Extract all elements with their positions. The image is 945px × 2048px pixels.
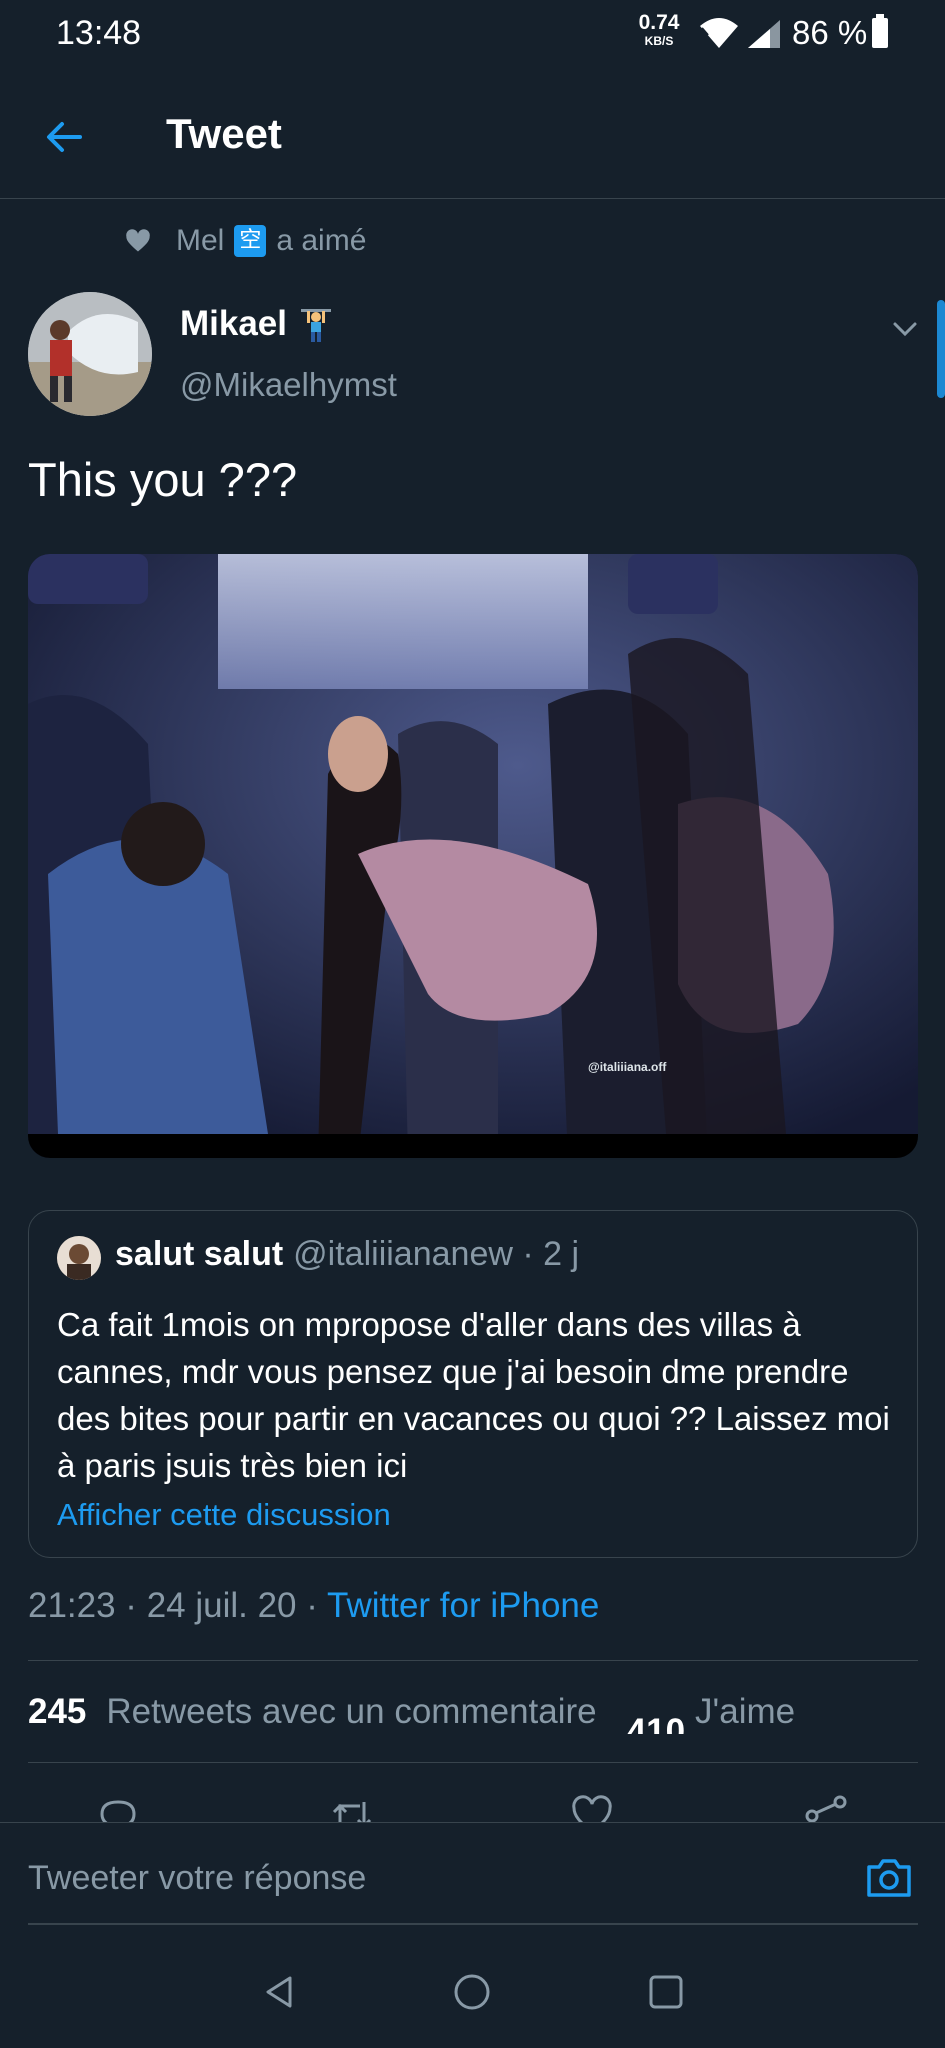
author-name-text: Mikael — [180, 304, 287, 343]
show-thread-link[interactable]: Afficher cette discussion — [57, 1497, 391, 1533]
chevron-down-icon[interactable] — [888, 312, 922, 346]
status-time: 13:48 — [56, 14, 142, 52]
author-name[interactable]: Mikael — [180, 304, 331, 344]
social-context[interactable]: Mel 空 a aimé — [124, 224, 366, 258]
network-speed-value: 0.74 — [638, 11, 680, 34]
system-navigation-bar — [0, 1926, 945, 2048]
tweet-stats: 245 Retweets avec un commentaire 410 J'a… — [28, 1692, 795, 1734]
like-count[interactable]: 410 — [627, 1712, 685, 1734]
status-bar: 13:48 0.74 KB/S 86 % — [0, 0, 945, 70]
network-speed-unit: KB/S — [644, 34, 674, 48]
network-speed: 0.74 KB/S — [634, 11, 684, 50]
divider — [28, 1762, 918, 1763]
input-underline — [28, 1923, 918, 1925]
battery-icon — [872, 14, 888, 48]
divider — [28, 1660, 918, 1661]
quote-author-name: salut salut — [115, 1235, 284, 1273]
liker-badge: 空 — [234, 225, 267, 257]
quote-retweet-count[interactable]: 245 — [28, 1692, 86, 1732]
liker-name: Mel — [176, 224, 225, 257]
camera-icon[interactable] — [864, 1853, 914, 1903]
tweet-meta: 21:23 · 24 juil. 20 · Twitter for iPhone — [28, 1586, 599, 1626]
nav-back-icon[interactable] — [260, 1972, 300, 2012]
retweet-icon[interactable] — [330, 1794, 374, 1822]
quote-text: Ca fait 1mois on mpropose d'aller dans d… — [57, 1306, 890, 1484]
reply-icon[interactable] — [96, 1794, 140, 1822]
quote-avatar — [57, 1236, 101, 1280]
reply-composer: Tweeter votre réponse — [0, 1822, 945, 1927]
tweet-action-bar — [0, 1790, 945, 1822]
top-app-bar: Tweet — [0, 70, 945, 199]
wifi-icon — [700, 18, 738, 48]
battery-percent: 86 % — [792, 14, 868, 51]
tweet-text: This you ??? — [28, 453, 298, 506]
like-icon[interactable] — [570, 1794, 614, 1822]
quote-header: salut salut @italiiiananew · 2 j — [115, 1235, 579, 1274]
nav-recents-icon[interactable] — [646, 1972, 686, 2012]
quote-author-handle: @italiiiananew · 2 j — [293, 1235, 580, 1273]
arrow-left-icon[interactable] — [40, 112, 90, 162]
reply-input[interactable]: Tweeter votre réponse — [28, 1859, 366, 1898]
liked-label: a aimé — [276, 224, 367, 257]
tweet-timestamp: 21:23 · 24 juil. 20 · — [28, 1586, 327, 1625]
nav-home-icon[interactable] — [452, 1972, 492, 2012]
like-label[interactable]: J'aime — [695, 1692, 795, 1732]
page-title: Tweet — [166, 110, 282, 157]
avatar[interactable] — [28, 292, 152, 416]
tweet-media-photo[interactable]: @italiiiana.off — [28, 554, 918, 1158]
tweet-source-link[interactable]: Twitter for iPhone — [327, 1586, 599, 1625]
media-watermark: @italiiiana.off — [588, 1060, 667, 1074]
author-handle[interactable]: @Mikaelhymst — [180, 366, 397, 404]
quote-retweet-label[interactable]: Retweets avec un commentaire — [106, 1692, 596, 1732]
share-icon[interactable] — [804, 1794, 848, 1822]
scroll-indicator — [937, 300, 945, 398]
heart-icon — [126, 229, 150, 252]
weightlifter-emoji-icon — [301, 309, 331, 342]
quoted-tweet[interactable]: salut salut @italiiiananew · 2 j Ca fait… — [28, 1210, 918, 1558]
signal-icon — [748, 20, 780, 48]
